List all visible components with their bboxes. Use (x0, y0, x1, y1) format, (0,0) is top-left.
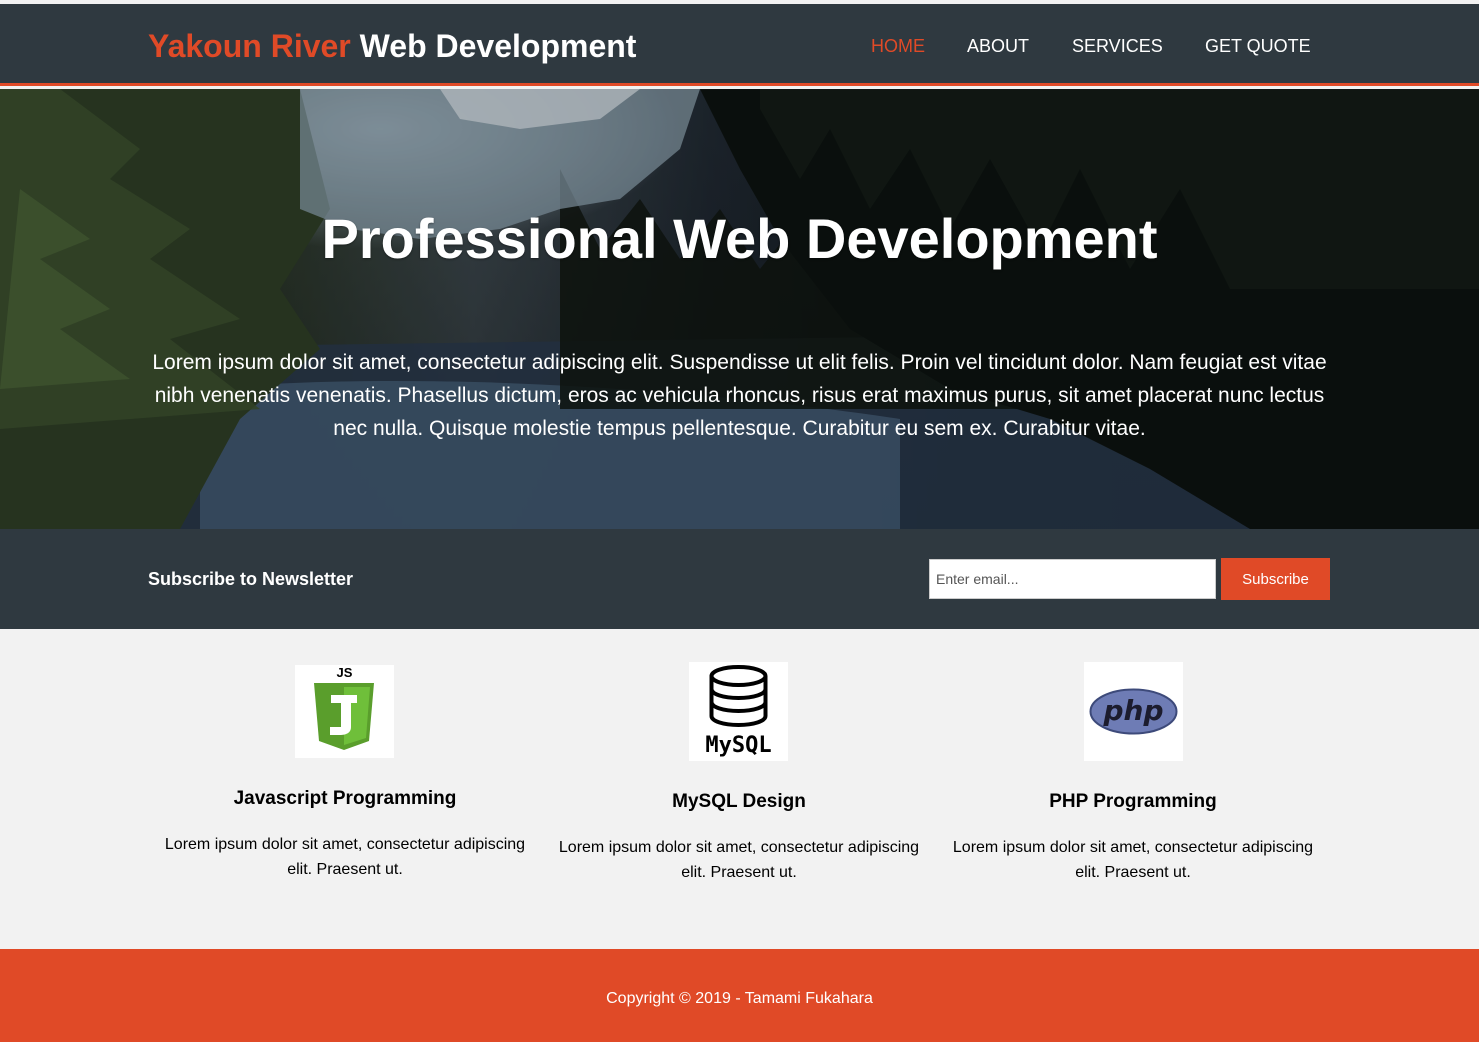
hero-banner: Professional Web Development Lorem ipsum… (0, 89, 1479, 529)
email-input[interactable] (929, 559, 1216, 599)
service-text: Lorem ipsum dolor sit amet, consectetur … (164, 836, 526, 878)
hero-text: Lorem ipsum dolor sit amet, consectetur … (152, 351, 1327, 440)
copyright-text: Copyright © 2019 - Tamami Fukahara (606, 990, 873, 1007)
service-title: PHP Programming (1049, 791, 1217, 812)
hero-title: Professional Web Development (321, 207, 1158, 270)
js-icon: JS (295, 665, 394, 758)
main-nav: HOME ABOUT SERVICES GET QUOTE (0, 35, 1479, 59)
js-logo-label: JS (337, 665, 353, 680)
nav-item-about[interactable]: ABOUT (967, 35, 1029, 57)
mysql-logo-label: MySQL (705, 733, 771, 758)
service-text: Lorem ipsum dolor sit amet, consectetur … (952, 839, 1314, 881)
service-text: Lorem ipsum dolor sit amet, consectetur … (558, 839, 920, 881)
service-title: MySQL Design (672, 791, 806, 812)
newsletter-title: Subscribe to Newsletter (148, 569, 354, 589)
newsletter-bar: Subscribe to Newsletter Subscribe (0, 529, 1479, 629)
subscribe-button[interactable]: Subscribe (1221, 558, 1330, 600)
services-section: JS Javascript Programming Lorem ipsum do… (0, 629, 1479, 949)
site-footer: Copyright © 2019 - Tamami Fukahara (0, 949, 1479, 1042)
page: Yakoun River Web Development HOME ABOUT … (0, 0, 1479, 1042)
php-logo-label: php (1102, 694, 1163, 727)
mysql-icon: MySQL (689, 662, 788, 761)
service-title: Javascript Programming (233, 788, 457, 809)
site-header: Yakoun River Web Development HOME ABOUT … (0, 4, 1479, 86)
nav-item-get-quote[interactable]: GET QUOTE (1205, 35, 1311, 57)
nav-item-services[interactable]: SERVICES (1072, 35, 1163, 57)
php-icon: php (1084, 662, 1183, 761)
nav-item-home[interactable]: HOME (871, 35, 925, 57)
hero-background-image (0, 89, 1479, 529)
